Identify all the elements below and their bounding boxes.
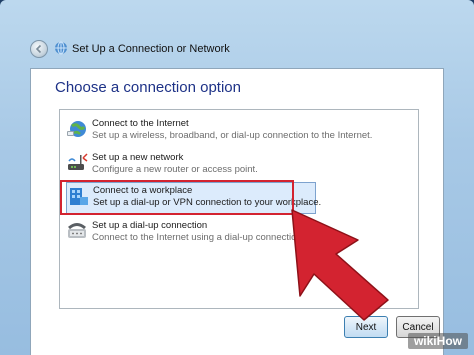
network-icon	[55, 41, 67, 55]
dialog-window: Set Up a Connection or Network Choose a …	[0, 0, 474, 355]
watermark-how: How	[436, 334, 462, 348]
connection-options-list: Connect to the Internet Set up a wireles…	[59, 109, 419, 309]
title-bar: Set Up a Connection or Network	[0, 0, 474, 70]
option-title: Set up a dial-up connection	[92, 220, 208, 231]
globe-network-icon	[67, 121, 86, 137]
option-connect-workplace[interactable]: Connect to a workplace Set up a dial-up …	[66, 182, 321, 214]
option-new-network[interactable]: Set up a new network Configure a new rou…	[66, 150, 316, 182]
dialog-content: Choose a connection option Connect to th…	[30, 68, 444, 355]
workplace-building-icon	[70, 188, 88, 205]
telephone-icon	[68, 223, 86, 238]
page-heading: Choose a connection option	[55, 79, 241, 96]
window-title: Set Up a Connection or Network	[72, 43, 230, 55]
option-title: Connect to a workplace	[93, 185, 193, 196]
back-button[interactable]	[30, 40, 48, 58]
watermark-wiki: wiki	[413, 334, 437, 348]
option-connect-internet[interactable]: Connect to the Internet Set up a wireles…	[66, 116, 372, 148]
option-dialup[interactable]: Set up a dial-up connection Connect to t…	[66, 218, 316, 250]
option-description: Configure a new router or access point.	[92, 164, 258, 175]
wikihow-watermark: wikiHow	[407, 333, 468, 349]
next-button[interactable]: Next	[344, 316, 388, 338]
option-title: Set up a new network	[92, 152, 184, 163]
option-description: Set up a wireless, broadband, or dial-up…	[92, 130, 373, 141]
router-icon	[68, 153, 88, 170]
back-arrow-icon	[35, 44, 42, 54]
option-description: Set up a dial-up or VPN connection to yo…	[93, 197, 322, 208]
option-title: Connect to the Internet	[92, 118, 189, 129]
option-description: Connect to the Internet using a dial-up …	[92, 232, 305, 243]
